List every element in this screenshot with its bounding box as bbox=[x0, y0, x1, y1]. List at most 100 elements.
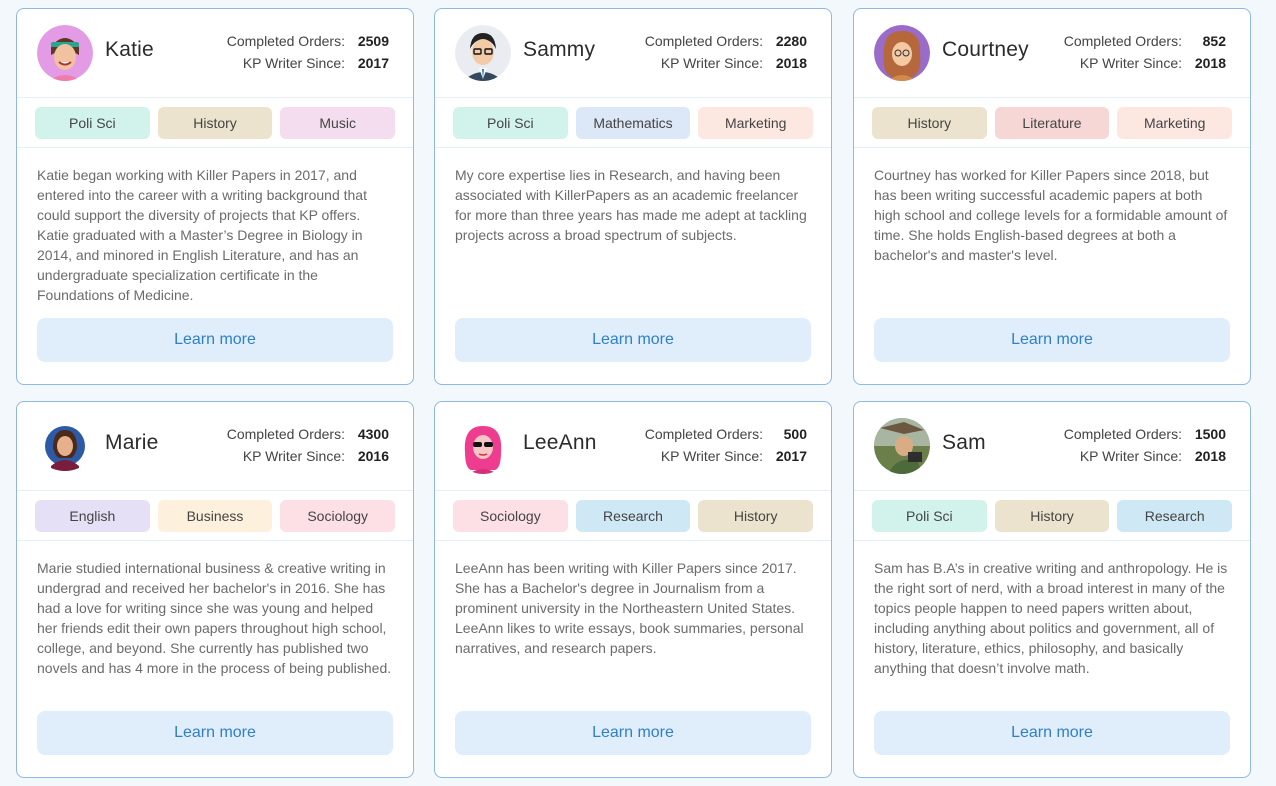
subject-tag: Business bbox=[157, 499, 273, 532]
writer-name: Katie bbox=[105, 38, 154, 61]
writer-since-row: KP Writer Since: 2018 bbox=[1026, 445, 1226, 467]
learn-more-button[interactable]: Learn more bbox=[37, 318, 393, 362]
writer-since-value: 2018 bbox=[1194, 55, 1226, 71]
completed-orders-value: 500 bbox=[783, 426, 807, 442]
completed-orders-value: 2509 bbox=[357, 33, 389, 49]
subject-tag: Literature bbox=[994, 106, 1110, 139]
completed-orders-value: 852 bbox=[1202, 33, 1226, 49]
completed-orders-row: Completed Orders: 500 bbox=[607, 423, 807, 445]
writer-since-label: KP Writer Since: bbox=[242, 55, 345, 71]
writer-since-row: KP Writer Since: 2017 bbox=[189, 52, 389, 74]
writer-since-value: 2017 bbox=[775, 448, 807, 464]
subject-tag: Poli Sci bbox=[872, 499, 987, 532]
learn-more-button[interactable]: Learn more bbox=[874, 318, 1230, 362]
learn-more-button[interactable]: Learn more bbox=[37, 711, 393, 755]
completed-orders-label: Completed Orders: bbox=[226, 33, 345, 49]
writer-stats: Completed Orders: 2509 KP Writer Since: … bbox=[189, 30, 389, 74]
completed-orders-label: Completed Orders: bbox=[644, 33, 763, 49]
writer-since-row: KP Writer Since: 2017 bbox=[607, 445, 807, 467]
subject-tags: History Literature Marketing bbox=[854, 98, 1250, 148]
subject-tag: Research bbox=[575, 499, 691, 532]
subject-tag: Sociology bbox=[453, 499, 568, 532]
writer-bio: LeeAnn has been writing with Killer Pape… bbox=[455, 560, 804, 656]
card-header: Katie Completed Orders: 2509 KP Writer S… bbox=[17, 9, 413, 98]
writer-bio: My core expertise lies in Research, and … bbox=[455, 167, 807, 243]
subject-tag: History bbox=[872, 106, 987, 139]
writer-stats: Completed Orders: 500 KP Writer Since: 2… bbox=[607, 423, 807, 467]
writer-name: LeeAnn bbox=[523, 431, 597, 454]
subject-tag: English bbox=[35, 499, 150, 532]
writer-bio: Katie began working with Killer Papers i… bbox=[37, 167, 367, 303]
writer-card-marie: Marie Completed Orders: 4300 KP Writer S… bbox=[16, 401, 414, 778]
writer-name: Sammy bbox=[523, 38, 596, 61]
completed-orders-label: Completed Orders: bbox=[226, 426, 345, 442]
writer-name: Sam bbox=[942, 431, 986, 454]
writer-since-value: 2017 bbox=[357, 55, 389, 71]
writer-since-label: KP Writer Since: bbox=[1079, 55, 1182, 71]
writer-name: Courtney bbox=[942, 38, 1029, 61]
writer-card-katie: Katie Completed Orders: 2509 KP Writer S… bbox=[16, 8, 414, 385]
completed-orders-row: Completed Orders: 2509 bbox=[189, 30, 389, 52]
avatar bbox=[455, 418, 511, 474]
writer-since-row: KP Writer Since: 2016 bbox=[189, 445, 389, 467]
writer-since-value: 2018 bbox=[775, 55, 807, 71]
subject-tag: History bbox=[157, 106, 273, 139]
writer-since-value: 2018 bbox=[1194, 448, 1226, 464]
subject-tags: Poli Sci History Research bbox=[854, 491, 1250, 541]
writer-since-label: KP Writer Since: bbox=[1079, 448, 1182, 464]
subject-tag: History bbox=[994, 499, 1110, 532]
learn-more-button[interactable]: Learn more bbox=[455, 711, 811, 755]
completed-orders-row: Completed Orders: 1500 bbox=[1026, 423, 1226, 445]
avatar bbox=[455, 25, 511, 81]
subject-tags: English Business Sociology bbox=[17, 491, 413, 541]
subject-tag: Sociology bbox=[280, 499, 396, 532]
writer-stats: Completed Orders: 4300 KP Writer Since: … bbox=[189, 423, 389, 467]
subject-tag: Research bbox=[1117, 499, 1233, 532]
writer-card-courtney: Courtney Completed Orders: 852 KP Writer… bbox=[853, 8, 1251, 385]
subject-tags: Sociology Research History bbox=[435, 491, 831, 541]
completed-orders-row: Completed Orders: 2280 bbox=[607, 30, 807, 52]
completed-orders-label: Completed Orders: bbox=[644, 426, 763, 442]
writer-bio: Sam has B.A’s in creative writing and an… bbox=[874, 560, 1228, 676]
completed-orders-label: Completed Orders: bbox=[1063, 426, 1182, 442]
avatar bbox=[37, 418, 93, 474]
writer-name: Marie bbox=[105, 431, 159, 454]
writer-bio: Marie studied international business & c… bbox=[37, 560, 392, 676]
writer-since-value: 2016 bbox=[357, 448, 389, 464]
avatar bbox=[874, 25, 930, 81]
subject-tag: Mathematics bbox=[575, 106, 691, 139]
completed-orders-value: 1500 bbox=[1194, 426, 1226, 442]
subject-tag: Marketing bbox=[698, 106, 814, 139]
subject-tag: Music bbox=[280, 106, 396, 139]
subject-tag: History bbox=[698, 499, 814, 532]
completed-orders-label: Completed Orders: bbox=[1063, 33, 1182, 49]
subject-tags: Poli Sci Mathematics Marketing bbox=[435, 98, 831, 148]
writer-since-row: KP Writer Since: 2018 bbox=[607, 52, 807, 74]
completed-orders-value: 4300 bbox=[357, 426, 389, 442]
writer-card-sammy: Sammy Completed Orders: 2280 KP Writer S… bbox=[434, 8, 832, 385]
card-header: Sam Completed Orders: 1500 KP Writer Sin… bbox=[854, 402, 1250, 491]
writer-since-label: KP Writer Since: bbox=[660, 55, 763, 71]
learn-more-button[interactable]: Learn more bbox=[455, 318, 811, 362]
card-header: Marie Completed Orders: 4300 KP Writer S… bbox=[17, 402, 413, 491]
writer-stats: Completed Orders: 2280 KP Writer Since: … bbox=[607, 30, 807, 74]
subject-tag: Poli Sci bbox=[453, 106, 568, 139]
writer-card-leeann: LeeAnn Completed Orders: 500 KP Writer S… bbox=[434, 401, 832, 778]
subject-tag: Marketing bbox=[1117, 106, 1233, 139]
writer-bio: Courtney has worked for Killer Papers si… bbox=[874, 167, 1228, 263]
completed-orders-row: Completed Orders: 4300 bbox=[189, 423, 389, 445]
writer-since-label: KP Writer Since: bbox=[242, 448, 345, 464]
learn-more-button[interactable]: Learn more bbox=[874, 711, 1230, 755]
writer-since-row: KP Writer Since: 2018 bbox=[1026, 52, 1226, 74]
card-header: Sammy Completed Orders: 2280 KP Writer S… bbox=[435, 9, 831, 98]
avatar bbox=[874, 418, 930, 474]
subject-tags: Poli Sci History Music bbox=[17, 98, 413, 148]
completed-orders-value: 2280 bbox=[775, 33, 807, 49]
card-header: Courtney Completed Orders: 852 KP Writer… bbox=[854, 9, 1250, 98]
writer-stats: Completed Orders: 852 KP Writer Since: 2… bbox=[1026, 30, 1226, 74]
subject-tag: Poli Sci bbox=[35, 106, 150, 139]
avatar bbox=[37, 25, 93, 81]
completed-orders-row: Completed Orders: 852 bbox=[1026, 30, 1226, 52]
writer-card-sam: Sam Completed Orders: 1500 KP Writer Sin… bbox=[853, 401, 1251, 778]
writer-stats: Completed Orders: 1500 KP Writer Since: … bbox=[1026, 423, 1226, 467]
